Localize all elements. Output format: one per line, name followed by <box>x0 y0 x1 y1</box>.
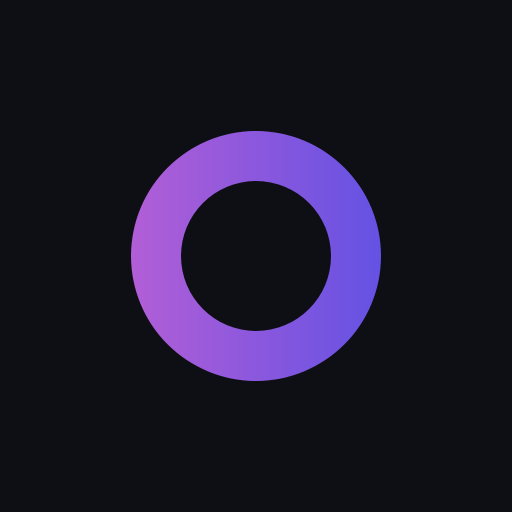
splash-screen <box>0 0 512 512</box>
ring-hole <box>181 181 331 331</box>
ring-icon <box>131 131 381 381</box>
